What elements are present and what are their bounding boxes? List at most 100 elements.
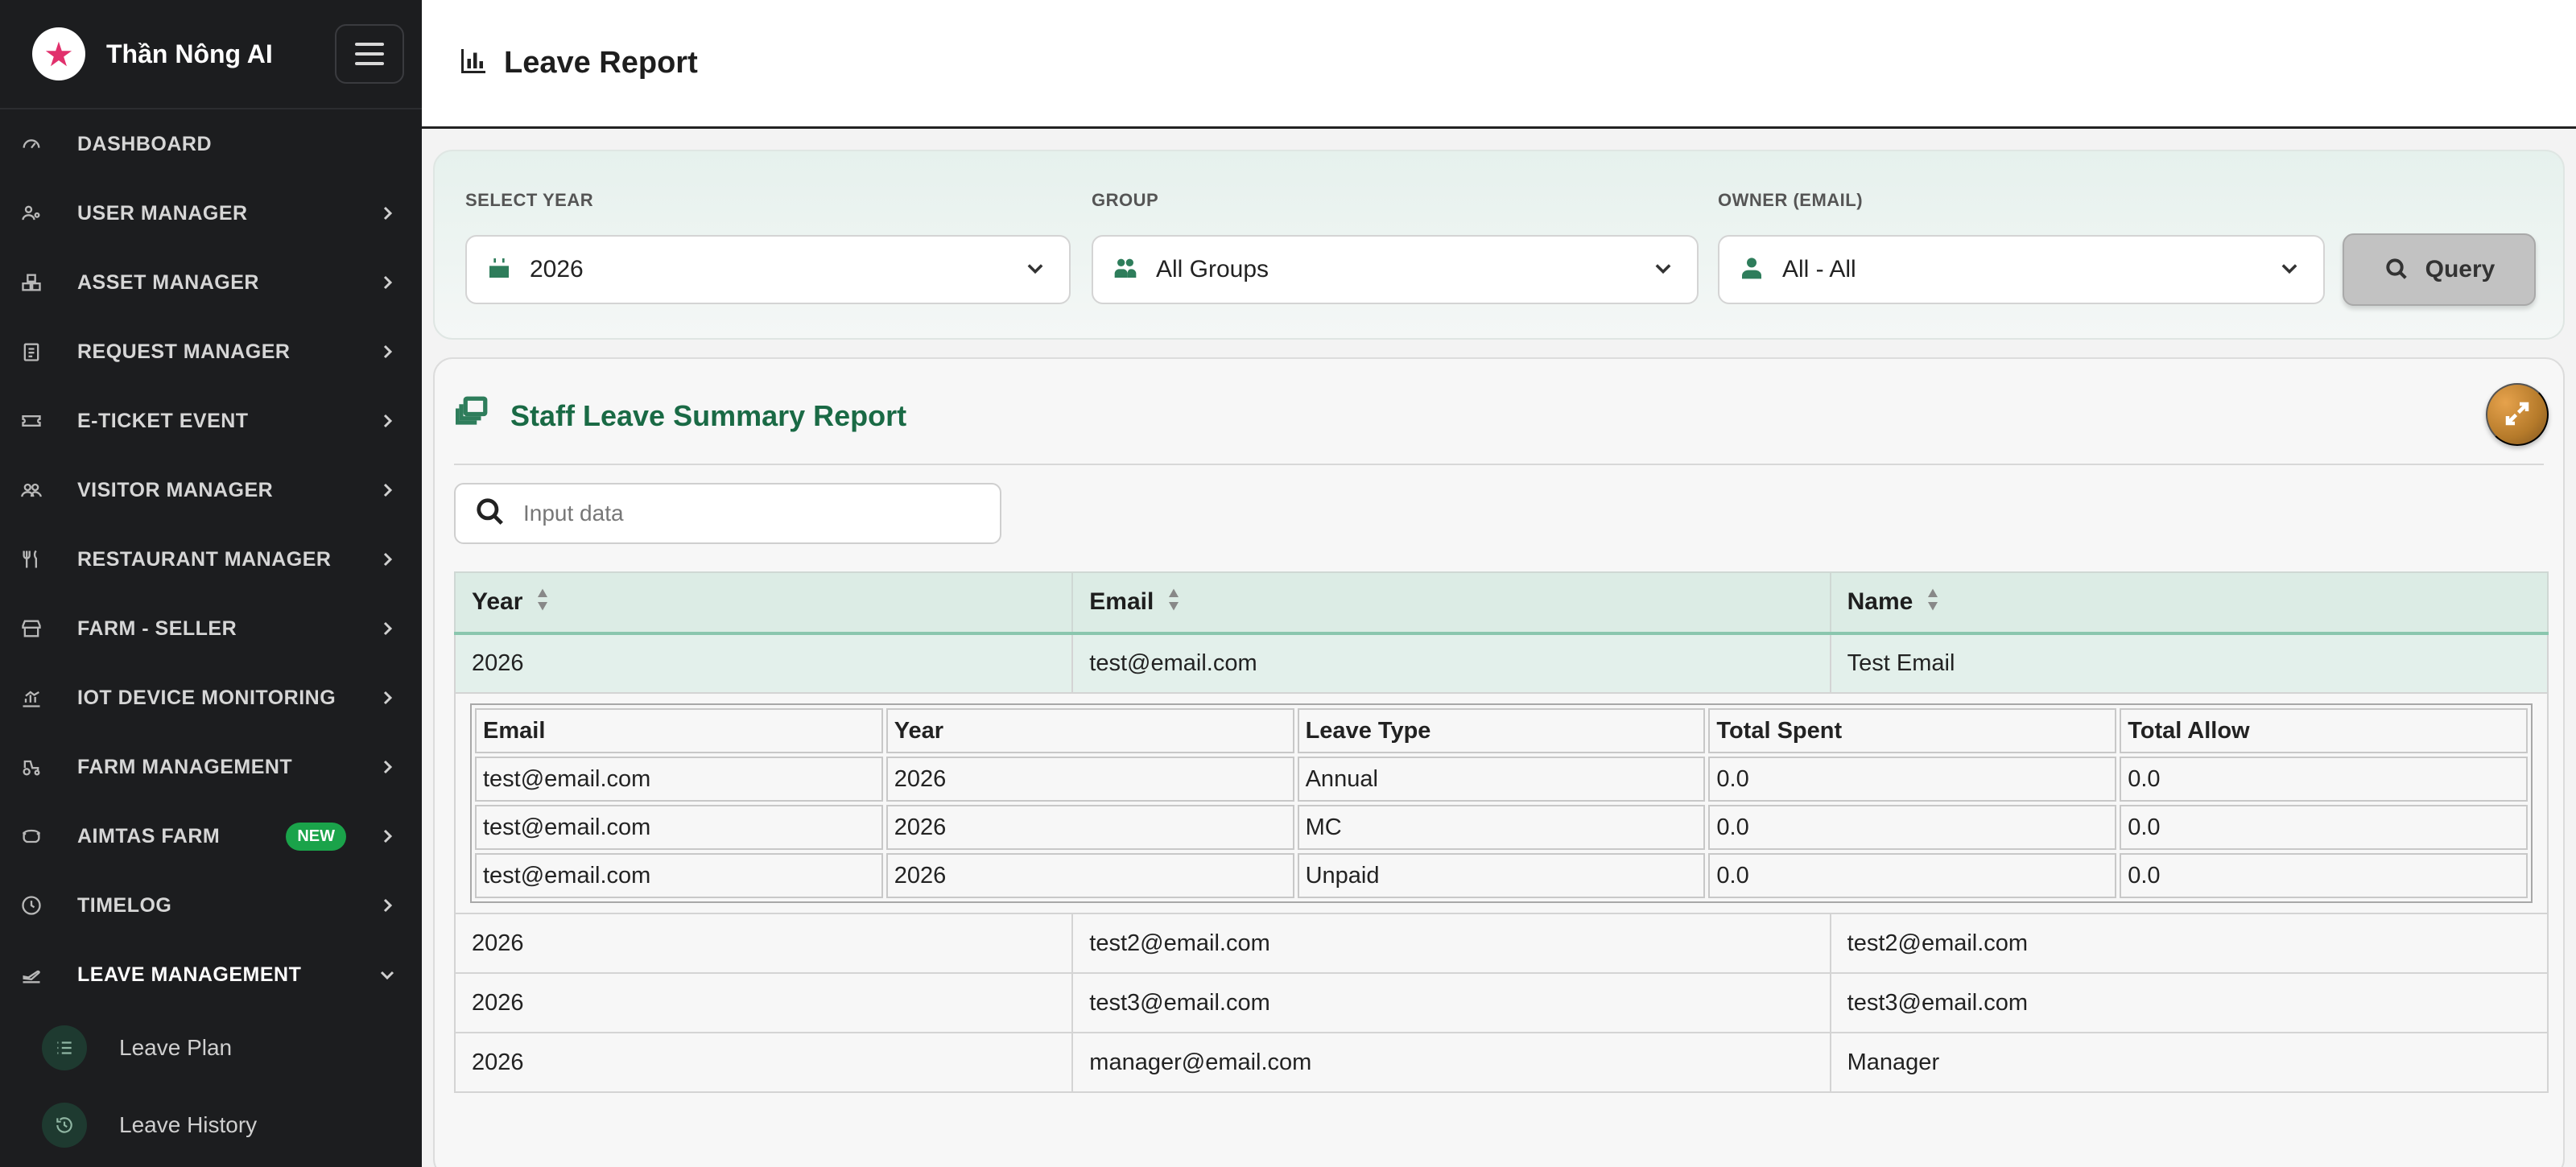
cell-email: test@email.com: [1071, 633, 1831, 694]
people-icon: [19, 478, 43, 502]
sidebar-item-label: USER MANAGER: [77, 201, 248, 225]
chevron-right-icon: [375, 755, 399, 779]
cell-name: test2@email.com: [1829, 913, 2549, 974]
sidebar-item-farm-seller[interactable]: FARM - SELLER: [0, 594, 422, 663]
detail-cell-type: MC: [1297, 805, 1706, 850]
sidebar-item-label: ASSET MANAGER: [77, 270, 259, 294]
cell-name: test3@email.com: [1829, 972, 2549, 1033]
detail-header-row: Email Year Leave Type Total Spent Total …: [475, 708, 2528, 753]
sidebar-item-label: FARM - SELLER: [77, 616, 237, 640]
expand-button[interactable]: [2486, 383, 2549, 446]
leave-summary-table: Year Email Name 2026 test@email.com Test…: [453, 571, 2549, 1093]
sidebar-item-asset-manager[interactable]: ASSET MANAGER: [0, 248, 422, 317]
sidebar-item-label: FARM MANAGEMENT: [77, 755, 293, 778]
sidebar-item-timelog[interactable]: TIMELOG: [0, 871, 422, 940]
detail-cell-type: Unpaid: [1297, 853, 1706, 898]
report-title: Staff Leave Summary Report: [510, 399, 907, 432]
list-icon: [42, 1025, 87, 1070]
filter-panel: SELECT YEAR 2026 GROUP All Groups OWNER …: [433, 150, 2565, 340]
detail-cell-year: 2026: [886, 757, 1294, 802]
chevron-right-icon: [375, 616, 399, 641]
chevron-right-icon: [375, 686, 399, 710]
column-header-email[interactable]: Email: [1071, 571, 1831, 635]
detail-cell-email: test@email.com: [475, 805, 883, 850]
cow-icon: [19, 824, 43, 848]
expand-icon: [2503, 399, 2532, 431]
owner-select[interactable]: All - All: [1718, 235, 2325, 304]
query-button[interactable]: Query: [2343, 233, 2536, 306]
sidebar-subitem-leave-history[interactable]: Leave History: [0, 1087, 422, 1164]
sidebar-item-user-manager[interactable]: USER MANAGER: [0, 179, 422, 248]
sidebar-subitem-label: Leave History: [119, 1112, 258, 1137]
chevron-right-icon: [375, 547, 399, 571]
year-select[interactable]: 2026: [465, 235, 1071, 304]
detail-header-leave-type: Leave Type: [1297, 708, 1706, 753]
table-row[interactable]: 2026 test2@email.com test2@email.com: [453, 913, 2549, 974]
detail-header-year: Year: [886, 708, 1294, 753]
brand-name: Thần Nông AI: [106, 39, 273, 68]
detail-cell: Email Year Leave Type Total Spent Total …: [454, 692, 2549, 914]
sidebar-menu: DASHBOARD USER MANAGER ASSET MANAGER REQ…: [0, 109, 422, 1164]
gauge-icon: [19, 132, 43, 156]
sidebar-item-leave-management[interactable]: LEAVE MANAGEMENT: [0, 940, 422, 1009]
ticket-icon: [19, 409, 43, 433]
table-header-row: Year Email Name: [453, 571, 2549, 635]
group-select-value: All Groups: [1156, 256, 1269, 282]
table-row[interactable]: 2026 manager@email.com Manager: [453, 1032, 2549, 1093]
sidebar-item-dashboard[interactable]: DASHBOARD: [0, 109, 422, 179]
cell-email: test2@email.com: [1071, 913, 1831, 974]
chevron-down-icon: [2278, 257, 2301, 283]
sidebar-item-aimtas-farm[interactable]: AIMTAS FARM NEW: [0, 802, 422, 871]
sidebar-item-visitor-manager[interactable]: VISITOR MANAGER: [0, 456, 422, 525]
chevron-right-icon: [375, 340, 399, 364]
brand-logo-icon[interactable]: ★: [32, 27, 85, 80]
detail-cell-type: Annual: [1297, 757, 1706, 802]
sidebar-item-label: DASHBOARD: [77, 132, 212, 155]
utensils-icon: [19, 547, 43, 571]
sidebar-item-e-ticket-event[interactable]: E-TICKET EVENT: [0, 386, 422, 456]
owner-filter-label: OWNER (EMAIL): [1718, 190, 1864, 210]
page-title: Leave Report: [504, 46, 698, 80]
chevron-right-icon: [375, 824, 399, 848]
owner-select-value: All - All: [1782, 256, 1856, 282]
sidebar-subitem-leave-plan[interactable]: Leave Plan: [0, 1009, 422, 1087]
table-row[interactable]: 2026 test3@email.com test3@email.com: [453, 972, 2549, 1033]
sidebar-item-label: LEAVE MANAGEMENT: [77, 963, 302, 986]
page-header: Leave Report: [422, 0, 2576, 129]
detail-cell-year: 2026: [886, 853, 1294, 898]
users-icon: [1113, 255, 1138, 285]
query-button-label: Query: [2425, 256, 2496, 282]
cell-year: 2026: [453, 1032, 1074, 1093]
cell-name: Test Email: [1829, 633, 2549, 694]
table-row[interactable]: 2026 test@email.com Test Email: [453, 633, 2549, 694]
menu-toggle-button[interactable]: [335, 24, 404, 84]
sidebar-item-label: AIMTAS FARM: [77, 824, 221, 847]
new-badge: NEW: [286, 822, 346, 851]
sidebar-item-iot-device-monitoring[interactable]: IOT DEVICE MONITORING: [0, 663, 422, 732]
sort-icon: [535, 588, 550, 618]
sidebar-item-farm-management[interactable]: FARM MANAGEMENT: [0, 732, 422, 802]
search-input[interactable]: [523, 501, 974, 526]
sidebar-item-label: TIMELOG: [77, 893, 172, 917]
cell-email: manager@email.com: [1071, 1032, 1831, 1093]
sidebar: ★ Thần Nông AI DASHBOARD USER MANAGER AS…: [0, 0, 422, 1167]
plane-departure-icon: [19, 963, 43, 987]
column-header-name[interactable]: Name: [1829, 571, 2549, 635]
search-icon: [2384, 256, 2409, 284]
clipboard-icon: [19, 340, 43, 364]
detail-header-total-spent: Total Spent: [1708, 708, 2117, 753]
divider: [454, 464, 2544, 465]
year-select-value: 2026: [530, 256, 584, 282]
group-select[interactable]: All Groups: [1092, 235, 1699, 304]
detail-cell-spent: 0.0: [1708, 757, 2117, 802]
cell-email: test3@email.com: [1071, 972, 1831, 1033]
column-header-year[interactable]: Year: [453, 571, 1074, 635]
detail-header-email: Email: [475, 708, 883, 753]
sidebar-item-restaurant-manager[interactable]: RESTAURANT MANAGER: [0, 525, 422, 594]
sidebar-item-request-manager[interactable]: REQUEST MANAGER: [0, 317, 422, 386]
boxes-icon: [19, 270, 43, 295]
group-filter-label: GROUP: [1092, 190, 1159, 210]
users-cog-icon: [19, 201, 43, 225]
chevron-right-icon: [375, 201, 399, 225]
detail-cell-year: 2026: [886, 805, 1294, 850]
